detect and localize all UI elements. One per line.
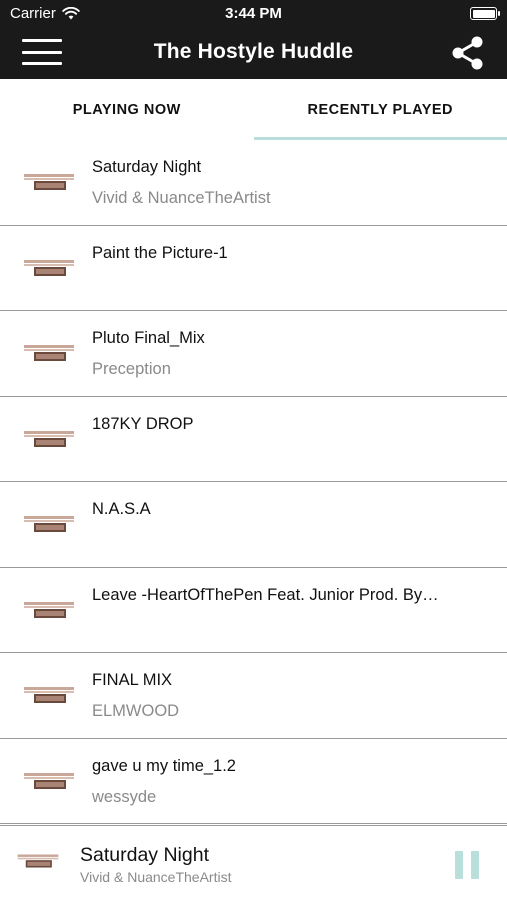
track-text: N.A.S.A [92, 500, 483, 519]
track-row[interactable]: Saturday Night Vivid & NuanceTheArtist [0, 140, 507, 226]
tab-bar: PLAYING NOW RECENTLY PLAYED [0, 79, 507, 140]
album-art-logo [24, 430, 74, 447]
clock: 3:44 PM [225, 5, 282, 22]
tab-playing-now[interactable]: PLAYING NOW [0, 79, 254, 140]
track-row[interactable]: 187KY DROP [0, 396, 507, 482]
track-title: N.A.S.A [92, 500, 151, 518]
track-title: Saturday Night [92, 158, 202, 176]
album-art-logo [24, 601, 74, 618]
track-row[interactable]: Leave -HeartOfThePen Feat. Junior Prod. … [0, 567, 507, 653]
track-row[interactable]: gave u my time_1.2wessyde [0, 738, 507, 824]
track-text: Pluto Final_Mix Preception [92, 329, 483, 379]
track-title: Leave -HeartOfThePen Feat. Junior Prod. … [92, 585, 439, 604]
track-row[interactable]: Pluto Final_Mix Preception [0, 311, 507, 397]
app: Carrier 3:44 PM The Hostyle Huddle PLAYI… [0, 0, 507, 900]
track-artist: Preception [92, 360, 171, 378]
recently-played-list: Saturday Night Vivid & NuanceTheArtist Pai… [0, 140, 507, 824]
track-text: gave u my time_1.2wessyde [92, 757, 483, 807]
track-row[interactable]: N.A.S.A [0, 482, 507, 568]
track-artist: wessyde [92, 787, 157, 806]
track-artist: Vivid & NuanceTheArtist [92, 189, 271, 207]
pause-icon[interactable] [455, 851, 479, 879]
status-bar: Carrier 3:44 PM [0, 0, 507, 28]
album-art-logo [24, 772, 74, 789]
player-track-title: Saturday Night [80, 844, 209, 866]
track-title: 187KY DROP [92, 414, 194, 433]
track-text: Leave -HeartOfThePen Feat. Junior Prod. … [92, 586, 483, 605]
share-icon[interactable] [449, 34, 487, 72]
track-title: Paint the Picture-1 [92, 243, 228, 262]
album-art-logo [17, 854, 59, 868]
album-art-logo [24, 516, 74, 532]
track-text: 187KY DROP [92, 415, 483, 434]
track-title: gave u my time_1.2 [92, 756, 236, 775]
player-track-artist: Vivid & NuanceTheArtist [80, 869, 232, 885]
track-row[interactable]: FINAL MIX ELMWOOD [0, 653, 507, 739]
album-art-logo [24, 174, 74, 190]
battery-icon [470, 7, 500, 20]
track-title: Pluto Final_Mix [92, 329, 205, 347]
album-art-logo [24, 345, 74, 361]
app-title: The Hostyle Huddle [153, 40, 354, 63]
album-art-logo [24, 259, 74, 276]
track-text: Paint the Picture-1 [92, 244, 483, 263]
track-artist: ELMWOOD [92, 702, 180, 720]
album-art-logo [24, 687, 74, 703]
track-title: FINAL MIX [92, 671, 173, 689]
navigation-bar: The Hostyle Huddle [0, 28, 507, 79]
tab-recently-played[interactable]: RECENTLY PLAYED [253, 79, 507, 140]
track-row[interactable]: Paint the Picture-1 [0, 225, 507, 311]
track-text: FINAL MIX ELMWOOD [92, 671, 483, 721]
track-text: Saturday Night Vivid & NuanceTheArtist [92, 158, 483, 208]
mini-player[interactable]: Saturday Night Vivid & NuanceTheArtist [0, 825, 507, 900]
